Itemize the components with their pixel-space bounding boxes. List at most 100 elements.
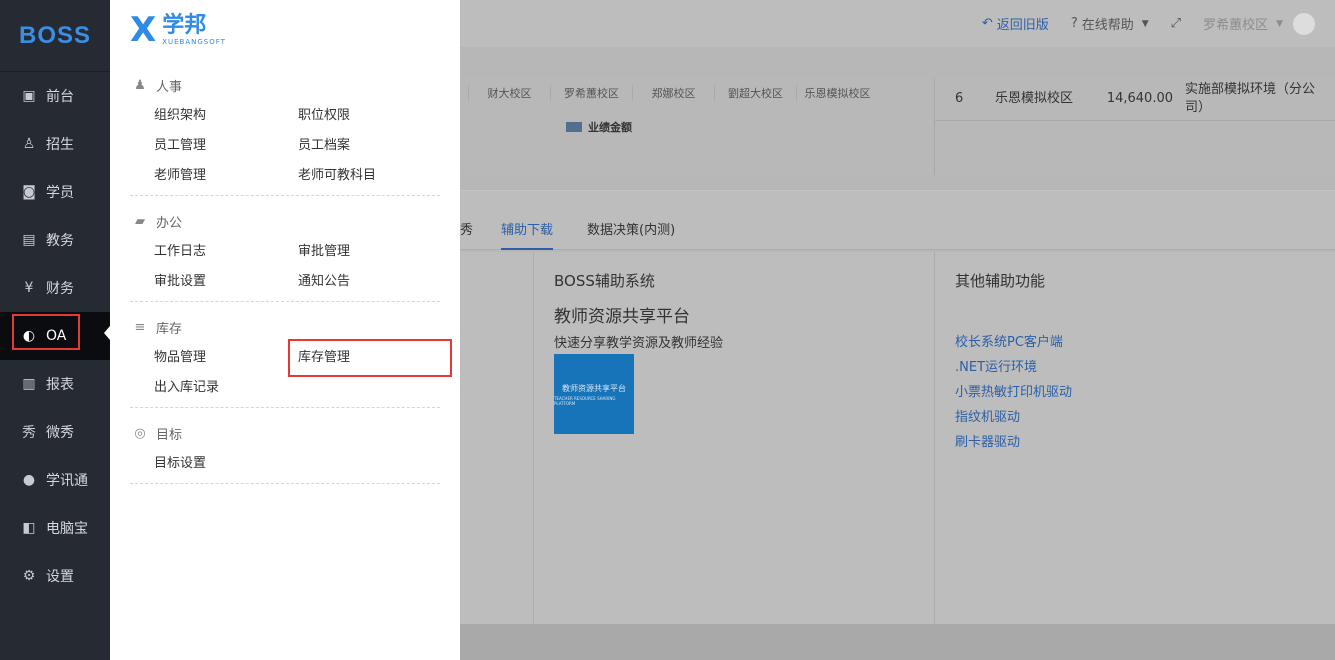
- x-tick-label: 财大校区: [468, 85, 550, 101]
- chevron-down-icon: ▼: [1276, 18, 1283, 29]
- sidebar-item-label: 前台: [46, 89, 74, 105]
- brand-name: 学邦: [162, 13, 207, 38]
- download-link[interactable]: .NET运行环境: [955, 355, 1072, 380]
- other-functions-column: 其他辅助功能 校长系统PC客户端 .NET运行环境 小票热敏打印机驱动 指纹机驱动 刷卡…: [934, 252, 1335, 624]
- sidebar-item-label: 财务: [46, 281, 74, 297]
- legend-label: 业绩金额: [588, 121, 632, 134]
- online-help-menu[interactable]: ? 在线帮助 ▼: [1071, 14, 1149, 33]
- sidebar-item-label: 教务: [46, 233, 74, 249]
- xiu-icon: 秀: [22, 425, 36, 441]
- sidebar-item-label: 电脑宝: [46, 521, 88, 537]
- amount-cell: 14,640.00: [1106, 91, 1173, 106]
- pc-icon: ◧: [22, 520, 36, 536]
- chart-x-axis: 财大校区 罗希蕙校区 郑娜校区 劉超大校区 乐恩模拟校区: [468, 85, 878, 101]
- download-link[interactable]: 指纹机驱动: [955, 405, 1072, 430]
- section-items: 工作日志 审批管理 审批设置 通知公告: [130, 243, 440, 291]
- top-bar: ↶ 返回旧版 ? 在线帮助 ▼ ⤢ 罗希蕙校区 ▼: [460, 0, 1335, 47]
- tab-xiu[interactable]: 秀: [460, 219, 473, 238]
- undo-icon: ↶: [981, 16, 993, 31]
- platform-desc: 快速分享教学资源及教师经验: [554, 336, 724, 351]
- calendar-icon: ▣: [22, 88, 36, 104]
- sidebar-item-4[interactable]: ¥ 财务: [0, 264, 110, 312]
- sidebar-item-label: 学员: [46, 185, 74, 201]
- menu-section: ♟ 人事组织架构 职位权限 员工管理 员工档案 老师管理 老师可教科目: [130, 60, 440, 196]
- footer-strip: [460, 624, 1335, 660]
- person-card-icon: ♟: [134, 78, 146, 93]
- boss-logo[interactable]: BOSS: [0, 0, 110, 72]
- sidebar-item-1[interactable]: ♙ 招生: [0, 120, 110, 168]
- fullscreen-icon[interactable]: ⤢: [1171, 16, 1181, 31]
- download-link[interactable]: 校长系统PC客户端: [955, 330, 1072, 355]
- thumb-title: 教师资源共享平台: [562, 383, 626, 393]
- sidebar-item-0[interactable]: ▣ 前台: [0, 72, 110, 120]
- sidebar-item-2[interactable]: ◙ 学员: [0, 168, 110, 216]
- selection-highlight: [12, 314, 80, 350]
- back-old-version-link[interactable]: ↶ 返回旧版: [982, 14, 1049, 33]
- yen-coin-icon: ¥: [24, 280, 34, 296]
- sidebar-item-label: 微秀: [46, 425, 74, 441]
- target-icon: ◎: [134, 426, 146, 441]
- platform-thumbnail[interactable]: 教师资源共享平台 TEACHER RESOURCE SHARING PLATFO…: [554, 354, 634, 434]
- menu-item[interactable]: 出入库记录: [154, 379, 298, 397]
- menu-item[interactable]: 审批管理: [298, 243, 442, 261]
- menu-item[interactable]: 物品管理: [154, 349, 298, 367]
- menu-item[interactable]: 员工管理: [154, 137, 298, 155]
- sidebar-item-label: 招生: [46, 137, 74, 153]
- sidebar-nav: ▣ 前台 ♙ 招生 ◙ 学员 ▤ 教务 ¥ 财务 ◐ OA ▥ 报表秀微秀 ● 学讯通 ◧ 电脑宝 ⚙ 设置: [0, 72, 110, 600]
- section-header: ▰ 办公: [130, 212, 440, 231]
- chart-legend: 业绩金额: [566, 119, 632, 135]
- performance-chart-card: 财大校区 罗希蕙校区 郑娜校区 劉超大校区 乐恩模拟校区 业绩金额: [460, 77, 932, 175]
- sidebar-item-label: 设置: [46, 569, 74, 585]
- id-card-icon: ◙: [22, 184, 36, 200]
- menu-item[interactable]: 目标设置: [154, 455, 298, 473]
- menu-item[interactable]: 工作日志: [154, 243, 298, 261]
- section-header: ◎ 目标: [130, 424, 440, 443]
- tab-data-decision[interactable]: 数据决策(内测): [587, 219, 675, 238]
- sidebar-item-label: 报表: [46, 377, 74, 393]
- menu-item[interactable]: 老师可教科目: [298, 167, 442, 185]
- campus-cell: 乐恩模拟校区: [995, 90, 1074, 106]
- boss-aux-title: BOSS辅助系统: [554, 272, 655, 290]
- section-title: 目标: [156, 428, 183, 443]
- section-items: 目标设置: [130, 455, 440, 473]
- menu-section: ≡ 库存 物品管理 库存管理 出入库记录: [130, 302, 452, 408]
- menu-item[interactable]: 职位权限: [298, 107, 442, 125]
- section-title: 办公: [156, 216, 183, 231]
- bar-chart-icon: ▥: [22, 376, 36, 392]
- menu-section: ◎ 目标目标设置: [130, 408, 440, 484]
- sidebar-item-9[interactable]: ◧ 电脑宝: [0, 504, 110, 552]
- avatar[interactable]: [1293, 12, 1315, 35]
- menu-item[interactable]: 通知公告: [298, 273, 442, 291]
- campus-selector[interactable]: 罗希蕙校区 ▼: [1203, 12, 1315, 35]
- section-title: 人事: [156, 80, 183, 95]
- download-link[interactable]: 小票热敏打印机驱动: [955, 380, 1072, 405]
- download-link[interactable]: 刷卡器驱动: [955, 430, 1072, 455]
- sidebar-item-10[interactable]: ⚙ 设置: [0, 552, 110, 600]
- sidebar-item-5[interactable]: ◐ OA: [0, 312, 110, 360]
- sidebar-item-6[interactable]: ▥ 报表: [0, 360, 110, 408]
- rank-cell: 6: [955, 91, 964, 106]
- tab-downloads[interactable]: 辅助下载: [501, 219, 554, 250]
- chevron-down-icon: ▼: [1141, 18, 1149, 29]
- menu-sections: ♟ 人事组织架构 职位权限 员工管理 员工档案 老师管理 老师可教科目 ▰ 办公工作日志 审批管理…: [110, 60, 460, 484]
- section-items: 组织架构 职位权限 员工管理 员工档案 老师管理 老师可教科目: [130, 107, 440, 185]
- menu-item[interactable]: 老师管理: [154, 167, 298, 185]
- sidebar-item-3[interactable]: ▤ 教务: [0, 216, 110, 264]
- section-items: 物品管理 库存管理出入库记录: [130, 339, 452, 397]
- briefcase-icon: ▰: [135, 214, 145, 229]
- menu-item[interactable]: 审批设置: [154, 273, 298, 291]
- gear-icon: ⚙: [22, 568, 36, 584]
- x-tick-label: 乐恩模拟校区: [796, 85, 878, 101]
- sidebar-item-8[interactable]: ● 学讯通: [0, 456, 110, 504]
- menu-item[interactable]: 库存管理: [288, 339, 452, 377]
- sidebar-item-7[interactable]: 秀微秀: [0, 408, 110, 456]
- x-tick-label: 郑娜校区: [632, 85, 714, 101]
- other-functions-title: 其他辅助功能: [955, 272, 1046, 290]
- menu-item[interactable]: 组织架构: [154, 107, 298, 125]
- org-cell: 实施部模拟环境（分公司）: [1185, 81, 1316, 115]
- ranking-table: 6 乐恩模拟校区 14,640.00 实施部模拟环境（分公司）: [934, 77, 1335, 175]
- brand-sub: XUEBANGSOFT: [162, 38, 226, 46]
- add-user-icon: ♙: [22, 136, 36, 152]
- menu-item[interactable]: 员工档案: [298, 137, 442, 155]
- oa-menu-panel: X 学邦 XUEBANGSOFT ♟ 人事 组织架构 职位权限 员工管理 员工档案 老师管理…: [110, 0, 460, 660]
